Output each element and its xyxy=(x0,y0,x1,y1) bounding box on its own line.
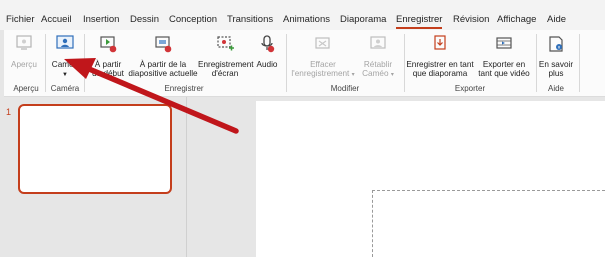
annotation-arrow-icon xyxy=(64,58,239,134)
